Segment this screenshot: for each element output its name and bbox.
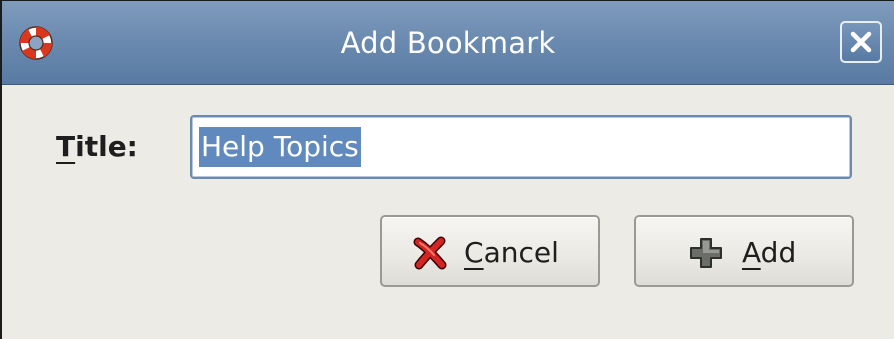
close-button[interactable] (840, 21, 882, 63)
window-title: Add Bookmark (340, 26, 556, 60)
cancel-button-label: Cancel (464, 233, 559, 273)
title-input[interactable] (190, 115, 852, 179)
add-mnemonic: A (742, 236, 761, 269)
add-label-text: dd (760, 236, 797, 269)
close-icon (850, 31, 872, 53)
cancel-label-text: ancel (483, 236, 559, 269)
add-bookmark-dialog: Add Bookmark Title: Help Topics Cancel (0, 0, 894, 339)
add-button-label: Add (742, 233, 796, 273)
title-label-text: itle: (75, 130, 138, 163)
plus-icon (688, 236, 724, 274)
cancel-button[interactable]: Cancel (380, 215, 600, 287)
title-label-mnemonic: T (56, 130, 76, 163)
cancel-mnemonic: C (464, 236, 484, 269)
cancel-x-icon (412, 236, 448, 274)
title-bar[interactable]: Add Bookmark (2, 1, 894, 85)
title-field-label: Title: (56, 127, 138, 167)
add-button[interactable]: Add (634, 215, 854, 287)
